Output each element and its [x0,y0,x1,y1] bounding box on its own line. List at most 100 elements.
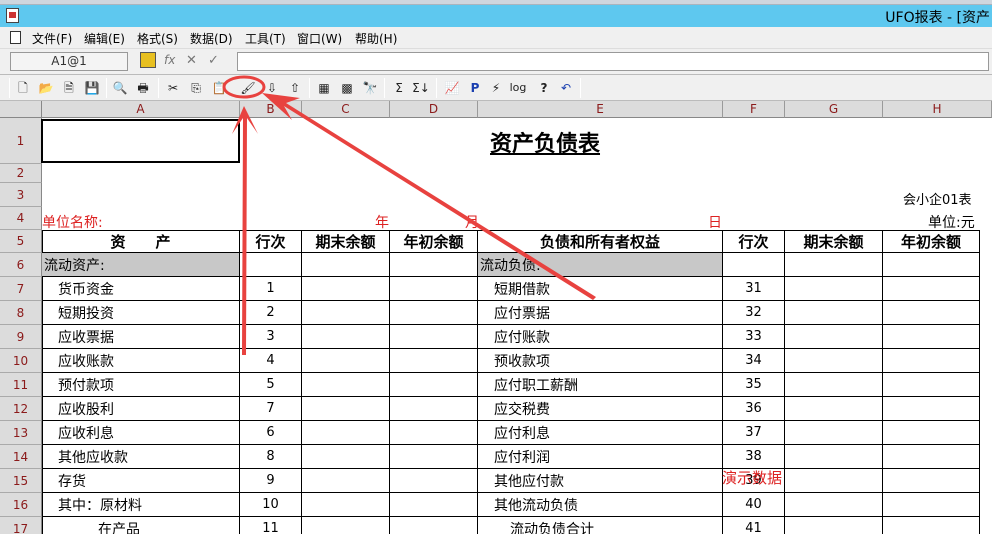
cell-reference-box[interactable]: A1@1 [10,52,128,71]
asset-name-cell[interactable]: 其中：原材料 [42,493,240,517]
table-cell[interactable] [302,277,390,301]
table-header-cell[interactable]: 年初余额 [883,230,980,253]
sort-descending-icon[interactable]: ⇩ [263,79,281,97]
row-header-5[interactable]: 5 [0,230,42,253]
menu-help[interactable]: 帮助(H) [355,30,397,47]
row-header-3[interactable]: 3 [0,183,42,207]
liability-line-cell[interactable]: 36 [723,397,785,421]
function-wizard-icon[interactable] [140,52,156,68]
app-icon[interactable] [6,8,19,23]
liability-line-cell[interactable]: 40 [723,493,785,517]
liability-line-cell[interactable]: 33 [723,325,785,349]
liability-name-cell[interactable]: 应付利息 [478,421,723,445]
table-cell[interactable] [302,421,390,445]
table-cell[interactable] [390,397,478,421]
table-cell[interactable] [390,349,478,373]
liability-line-cell[interactable]: 41 [723,517,785,534]
column-header-c[interactable]: C [302,101,390,118]
table-cell[interactable] [785,517,883,534]
table-cell[interactable] [883,277,980,301]
menu-edit[interactable]: 编辑(E) [84,30,125,47]
table-header-cell[interactable]: 期末余额 [785,230,883,253]
formula-input[interactable] [237,52,989,71]
table-cell[interactable] [785,469,883,493]
menu-data[interactable]: 数据(D) [190,30,233,47]
table-cell[interactable] [390,301,478,325]
liability-line-cell[interactable]: 37 [723,421,785,445]
table-cell[interactable] [390,445,478,469]
asset-line-cell[interactable]: 5 [240,373,302,397]
cancel-icon[interactable]: ✕ [186,53,197,68]
table-header-cell[interactable]: 行次 [723,230,785,253]
row-header-7[interactable]: 7 [0,277,42,301]
row-header-16[interactable]: 16 [0,493,42,517]
table-cell[interactable] [390,277,478,301]
liability-name-cell[interactable]: 其他流动负债 [478,493,723,517]
assets-section-label[interactable]: 流动资产: [42,253,240,277]
table-cell[interactable] [302,325,390,349]
table-cell[interactable] [785,301,883,325]
column-header-h[interactable]: H [883,101,992,118]
menu-format[interactable]: 格式(S) [137,30,178,47]
row-header-13[interactable]: 13 [0,421,42,445]
table-cell[interactable] [883,469,980,493]
liability-line-cell[interactable]: 38 [723,445,785,469]
row-header-6[interactable]: 6 [0,253,42,277]
row-header-11[interactable]: 11 [0,373,42,397]
table-header-cell[interactable]: 年初余额 [390,230,478,253]
copy-icon[interactable]: ⎘ [187,79,205,97]
asset-name-cell[interactable]: 应收利息 [42,421,240,445]
table-header-cell[interactable]: 期末余额 [302,230,390,253]
column-header-b[interactable]: B [240,101,302,118]
paste-icon[interactable]: 📋 [210,79,228,97]
table-cell[interactable] [390,325,478,349]
asset-line-cell[interactable]: 4 [240,349,302,373]
table-cell[interactable] [785,445,883,469]
cut-icon[interactable]: ✂ [164,79,182,97]
row-header-17[interactable]: 17 [0,517,42,534]
grid-corner[interactable] [0,101,42,118]
liability-line-cell[interactable]: 35 [723,373,785,397]
save-icon[interactable]: 💾 [83,79,101,97]
print-preview-icon[interactable]: 🔍 [111,79,129,97]
sort-ascending-icon[interactable]: ⇧ [286,79,304,97]
asset-line-cell[interactable]: 7 [240,397,302,421]
column-header-f[interactable]: F [723,101,785,118]
asset-line-cell[interactable]: 2 [240,301,302,325]
table-cell[interactable] [785,277,883,301]
row-header-8[interactable]: 8 [0,301,42,325]
undo-icon[interactable]: ↶ [557,79,575,97]
table-cell[interactable] [785,493,883,517]
asset-name-cell[interactable]: 存货 [42,469,240,493]
page-icon[interactable]: 🗎 [60,79,78,97]
asset-line-cell[interactable]: 1 [240,277,302,301]
asset-name-cell[interactable]: 应收股利 [42,397,240,421]
log-icon[interactable]: log [509,79,527,97]
liability-name-cell[interactable]: 应付职工薪酬 [478,373,723,397]
asset-line-cell[interactable]: 10 [240,493,302,517]
table-cell[interactable] [785,421,883,445]
table-cell[interactable] [883,301,980,325]
asset-name-cell[interactable]: 应收账款 [42,349,240,373]
liabilities-section-label[interactable]: 流动负债: [478,253,723,277]
table-cell[interactable] [883,517,980,534]
asset-name-cell[interactable]: 货币资金 [42,277,240,301]
liability-name-cell[interactable]: 预收款项 [478,349,723,373]
liability-line-cell[interactable]: 31 [723,277,785,301]
find-icon[interactable]: 🔭 [361,79,379,97]
table-cell[interactable] [390,253,478,277]
sum-icon[interactable]: Σ [390,79,408,97]
table-cell[interactable] [883,493,980,517]
asset-name-cell[interactable]: 应收票据 [42,325,240,349]
open-folder-icon[interactable]: 📂 [37,79,55,97]
selected-cell-a1[interactable] [41,119,240,163]
row-header-10[interactable]: 10 [0,349,42,373]
table-cell[interactable] [390,421,478,445]
table-cell[interactable] [240,253,302,277]
table-cell[interactable] [302,397,390,421]
liability-line-cell[interactable]: 34 [723,349,785,373]
table-cell[interactable] [302,445,390,469]
table-cell[interactable] [883,445,980,469]
table-cell[interactable] [302,517,390,534]
chart-wizard-icon[interactable]: 📈 [443,79,461,97]
